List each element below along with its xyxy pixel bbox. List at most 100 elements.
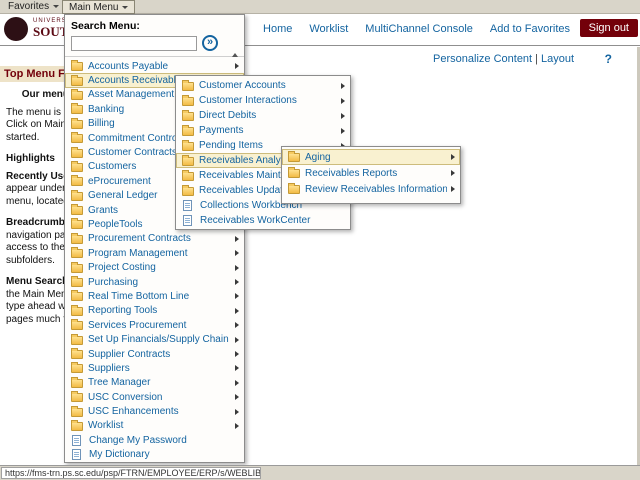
folder-icon: [288, 169, 300, 178]
menu-item[interactable]: Suppliers: [65, 361, 244, 375]
submenu-arrow-icon: [451, 170, 455, 176]
menu-search-input[interactable]: [71, 36, 197, 51]
menu-item[interactable]: My Dictionary: [65, 448, 244, 462]
menu-bar: Favorites Main Menu: [0, 0, 640, 14]
status-url: https://fms-trn.ps.sc.edu/psp/FTRN/EMPLO…: [1, 467, 261, 479]
menu-item[interactable]: Customer Interactions: [176, 93, 350, 108]
submenu-arrow-icon: [341, 128, 345, 134]
favorites-menu-button[interactable]: Favorites: [2, 0, 65, 14]
submenu-arrow-icon: [235, 365, 239, 371]
submenu-arrow-icon: [451, 186, 455, 192]
submenu-arrow-icon: [235, 380, 239, 386]
folder-icon: [71, 350, 83, 359]
menu-item[interactable]: Set Up Financials/Supply Chain: [65, 332, 244, 346]
folder-icon: [71, 163, 83, 172]
dropdown-caret-icon: [53, 5, 59, 8]
folder-icon: [71, 134, 83, 143]
folder-icon: [182, 112, 194, 121]
menu-item[interactable]: Tree Manager: [65, 376, 244, 390]
folder-icon: [182, 127, 194, 136]
dropdown-caret-icon: [122, 6, 128, 9]
folder-icon: [71, 149, 83, 158]
menu-item[interactable]: Program Management: [65, 246, 244, 260]
folder-icon: [182, 82, 194, 91]
menu-item[interactable]: Project Costing: [65, 260, 244, 274]
menu-item[interactable]: Review Receivables Information: [282, 181, 460, 197]
folder-icon: [71, 120, 83, 129]
folder-icon: [71, 364, 83, 373]
folder-icon: [288, 185, 300, 194]
folder-icon: [71, 292, 83, 301]
submenu-arrow-icon: [451, 154, 455, 160]
menu-item[interactable]: Purchasing: [65, 275, 244, 289]
submenu-arrow-icon: [235, 293, 239, 299]
header-link[interactable]: Worklist: [309, 23, 348, 35]
search-go-icon[interactable]: »: [202, 35, 218, 51]
main-menu-label: Main Menu: [69, 2, 118, 13]
separator: |: [535, 53, 538, 65]
menu-item[interactable]: Receivables Reports: [282, 165, 460, 181]
submenu-arrow-icon: [235, 409, 239, 415]
menu-item[interactable]: Procurement Contracts: [65, 232, 244, 246]
folder-icon: [71, 393, 83, 402]
document-icon: [183, 215, 192, 226]
folder-icon: [71, 336, 83, 345]
menu-item[interactable]: Change My Password: [65, 433, 244, 447]
main-menu-button[interactable]: Main Menu: [62, 0, 135, 14]
personalize-bar: Personalize Content|Layout: [433, 53, 574, 65]
menu-item[interactable]: Worklist: [65, 419, 244, 433]
status-bar: https://fms-trn.ps.sc.edu/psp/FTRN/EMPLO…: [0, 465, 640, 480]
submenu-arrow-icon: [235, 308, 239, 314]
menu-item[interactable]: Supplier Contracts: [65, 347, 244, 361]
university-logo-mark-icon: [4, 17, 28, 41]
layout-link[interactable]: Layout: [541, 53, 574, 65]
folder-icon: [71, 192, 83, 201]
document-icon: [72, 449, 81, 460]
folder-icon: [71, 62, 83, 71]
folder-icon: [71, 206, 83, 215]
folder-icon: [71, 264, 83, 273]
document-icon: [183, 200, 192, 211]
menu-item[interactable]: Customer Accounts: [176, 78, 350, 93]
submenu-arrow-icon: [341, 113, 345, 119]
folder-icon: [71, 379, 83, 388]
header-link[interactable]: Add to Favorites: [490, 23, 570, 35]
menu-item[interactable]: Direct Debits: [176, 108, 350, 123]
folder-icon: [182, 187, 194, 196]
personalize-content-link[interactable]: Personalize Content: [433, 53, 532, 65]
submenu-arrow-icon: [235, 265, 239, 271]
folder-icon: [71, 321, 83, 330]
folder-icon: [71, 77, 83, 86]
folder-icon: [71, 105, 83, 114]
submenu-arrow-icon: [235, 351, 239, 357]
folder-icon: [71, 307, 83, 316]
document-icon: [72, 435, 81, 446]
submenu-arrow-icon: [235, 63, 239, 69]
menu-item[interactable]: USC Conversion: [65, 390, 244, 404]
menu-item[interactable]: Reporting Tools: [65, 304, 244, 318]
folder-icon: [71, 408, 83, 417]
receivables-analysis-submenu: Aging Receivables Reports Review Receiva…: [281, 146, 461, 204]
menu-item[interactable]: Receivables WorkCenter: [176, 213, 350, 228]
header-link[interactable]: Home: [263, 23, 292, 35]
scroll-up-icon[interactable]: [232, 53, 238, 57]
folder-icon: [288, 153, 300, 162]
sign-out-button[interactable]: Sign out: [580, 19, 638, 37]
folder-icon: [71, 278, 83, 287]
menu-item[interactable]: Real Time Bottom Line: [65, 289, 244, 303]
menu-item[interactable]: Aging: [282, 149, 460, 165]
submenu-arrow-icon: [235, 279, 239, 285]
folder-icon: [71, 235, 83, 244]
header-links: Home Worklist MultiChannel Console Add t…: [263, 23, 570, 35]
folder-icon: [182, 172, 194, 181]
submenu-arrow-icon: [235, 236, 239, 242]
menu-item[interactable]: Services Procurement: [65, 318, 244, 332]
header-link[interactable]: MultiChannel Console: [365, 23, 473, 35]
folder-icon: [182, 157, 194, 166]
help-icon[interactable]: ?: [605, 52, 612, 66]
submenu-arrow-icon: [235, 250, 239, 256]
menu-item[interactable]: USC Enhancements: [65, 404, 244, 418]
folder-icon: [71, 249, 83, 258]
menu-item[interactable]: Payments: [176, 123, 350, 138]
menu-item[interactable]: Accounts Payable: [65, 59, 244, 73]
